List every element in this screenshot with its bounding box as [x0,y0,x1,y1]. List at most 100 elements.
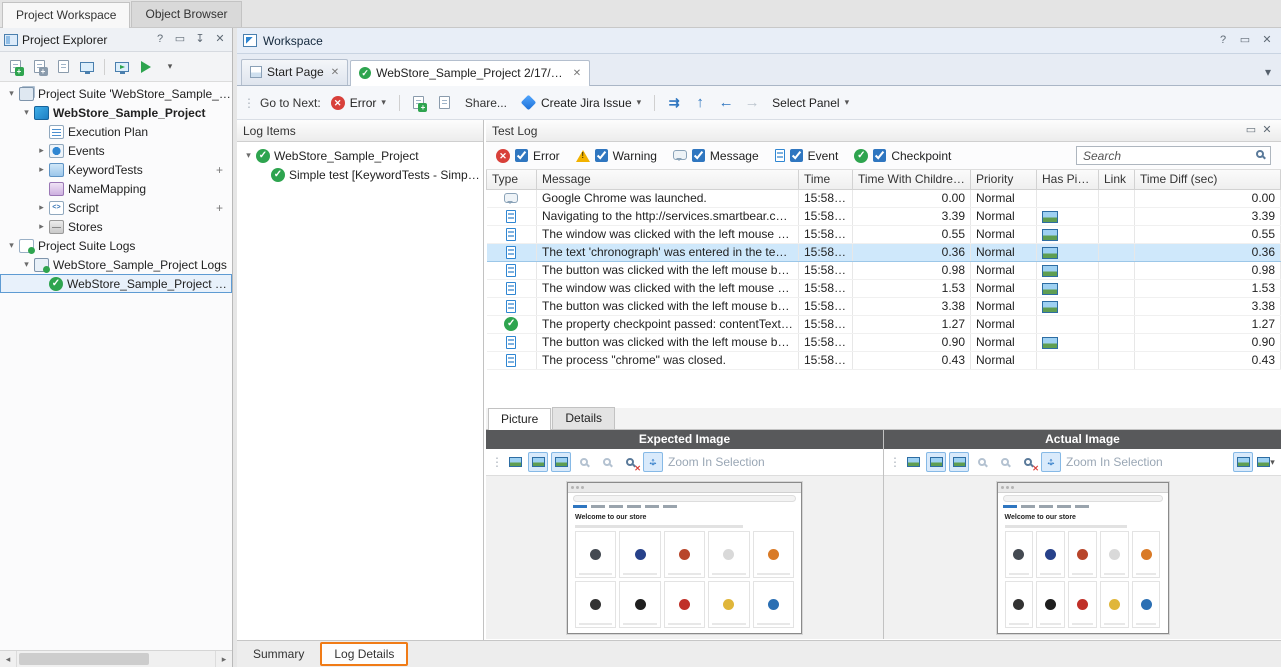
tree-item-webstore-sample-project-2-17[interactable]: WebStore_Sample_Project 2/17/ [0,274,232,293]
up-one-level-button[interactable]: ↑ [690,93,710,113]
scrollbar-track[interactable] [17,651,215,667]
tree-item-script[interactable]: ▸ Script + [0,198,232,217]
tree-item-execution-plan[interactable]: Execution Plan [0,122,232,141]
warning-checkbox[interactable] [594,149,608,162]
picture-icon[interactable] [1042,210,1058,223]
tree-item-project-suite-logs[interactable]: ▾ Project Suite Logs [0,236,232,255]
expected-image-canvas[interactable]: Welcome to our store [486,476,883,639]
tree-item-webstore-sample-project[interactable]: ▾ WebStore_Sample_Project [237,146,483,165]
more-image-actions-button[interactable]: ▾ [1256,452,1276,472]
export-image-button[interactable] [903,452,923,472]
expander-icon[interactable]: ▾ [5,240,18,251]
tree-item-keywordtests[interactable]: ▸ KeywordTests + [0,160,232,179]
forward-button[interactable]: → [742,93,762,113]
column-has-picture[interactable]: Has Picture [1036,170,1099,190]
picture-icon[interactable] [1042,228,1058,241]
error-checkbox[interactable] [515,149,528,162]
add-existing-item-button[interactable] [29,57,49,77]
add-new-item-button[interactable] [5,57,25,77]
log-row[interactable]: Navigating to the http://services.smartb… [486,207,1281,226]
run-options-dropdown[interactable]: ▾ [160,57,180,77]
help-icon[interactable]: ? [152,32,168,48]
update-expected-button[interactable] [1233,452,1253,472]
toolbar-grip-icon[interactable]: ⋮ [889,455,901,469]
tab-details[interactable]: Details [552,407,616,429]
scroll-right-arrow[interactable]: ▸ [215,651,232,667]
zoom-cancel-button[interactable]: ✕ [1018,452,1039,473]
column-link[interactable]: Link [1098,170,1135,190]
open-item-button[interactable] [53,57,73,77]
float-panel-icon[interactable]: ▭ [172,32,188,48]
compare-image-button[interactable] [551,452,571,472]
zoom-reset-button[interactable] [995,452,1015,472]
picture-icon[interactable] [1042,264,1058,277]
expander-icon[interactable]: ▾ [20,107,33,118]
tab-list-dropdown[interactable]: ▾ [1259,65,1277,85]
search-icon[interactable] [1256,150,1264,158]
tree-item-project-suite-webstore-sample-pr[interactable]: ▾ Project Suite 'WebStore_Sample_Project' [0,84,232,103]
log-row[interactable]: The process "chrome" was closed. 15:58:39… [486,351,1281,370]
picture-icon[interactable] [1042,300,1058,313]
tree-item-webstore-sample-project-logs[interactable]: ▾ WebStore_Sample_Project Logs [0,255,232,274]
log-row[interactable]: The window was clicked with the left mou… [486,225,1281,244]
maximize-icon[interactable]: ▭ [1237,33,1253,49]
message-checkbox[interactable] [691,149,705,162]
tree-item-events[interactable]: ▸ Events [0,141,232,160]
log-row[interactable]: The button was clicked with the left mou… [486,297,1281,316]
close-tab-icon[interactable]: ✕ [331,67,339,78]
actual-image-canvas[interactable]: Welcome to our store [884,476,1281,639]
export-log-button[interactable] [409,93,429,113]
expander-icon[interactable]: ▸ [35,202,48,213]
zoom-cancel-button[interactable]: ✕ [620,452,641,473]
log-row[interactable]: The button was clicked with the left mou… [486,261,1281,280]
picture-icon[interactable] [1042,336,1058,349]
pan-mode-button[interactable] [1041,452,1061,472]
scroll-left-arrow[interactable]: ◂ [0,651,17,667]
column-message[interactable]: Message [536,170,799,190]
zoom-out-button[interactable] [574,452,594,472]
tab-picture[interactable]: Picture [488,408,552,430]
run-project-button[interactable] [136,57,156,77]
search-input[interactable] [1076,146,1271,165]
add-child-button[interactable]: + [216,163,223,177]
tree-item-namemapping[interactable]: NameMapping [0,179,232,198]
summary-tab[interactable]: Summary [243,643,314,665]
tab-object-browser[interactable]: Object Browser [131,1,242,27]
log-row[interactable]: The window was clicked with the left mou… [486,279,1281,298]
log-row[interactable]: The button was clicked with the left mou… [486,333,1281,352]
column-priority[interactable]: Priority [970,170,1037,190]
compare-image-button[interactable] [949,452,969,472]
expander-icon[interactable]: ▸ [35,145,48,156]
jump-to-test-button[interactable]: ⇉ [664,93,684,113]
log-row[interactable]: The text 'chronograph' was entered in th… [486,242,1281,262]
select-panel-dropdown[interactable]: Select Panel ▾ [768,94,853,112]
log-row[interactable]: Google Chrome was launched. 15:58:26 0.00 N… [486,189,1281,208]
view-image-button[interactable] [926,452,946,472]
column-time-diff[interactable]: Time Diff (sec) [1134,170,1281,190]
create-jira-issue-button[interactable]: Create Jira Issue ▾ [517,94,645,112]
column-time-with-children[interactable]: Time With Children (sec) [852,170,971,190]
close-tab-icon[interactable]: ✕ [573,68,581,79]
export-image-button[interactable] [505,452,525,472]
tab-start-page[interactable]: Start Page ✕ [241,59,349,85]
tree-item-simple-test-keywordtests-simple[interactable]: Simple test [KeywordTests - Simple... [237,165,483,184]
toolbar-grip-icon[interactable]: ⋮ [491,455,503,469]
back-button[interactable]: ← [716,93,736,113]
go-to-next-type-dropdown[interactable]: Error ▾ [327,94,390,112]
expander-icon[interactable]: ▸ [35,221,48,232]
column-type[interactable]: Type [486,170,537,190]
help-icon[interactable]: ? [1215,33,1231,49]
pin-icon[interactable]: ↧ [192,32,208,48]
zoom-out-button[interactable] [972,452,992,472]
close-icon[interactable]: ✕ [1259,33,1275,49]
expander-icon[interactable]: ▸ [35,164,48,175]
picture-icon[interactable] [1042,246,1058,259]
maximize-icon[interactable]: ▭ [1243,123,1259,139]
log-row[interactable]: The property checkpoint passed: contentT… [486,315,1281,334]
tab-log-document[interactable]: ✓ WebStore_Sample_Project 2/17/202... ✕ [350,60,591,86]
log-details-tab[interactable]: Log Details [320,642,409,666]
run-remote-button[interactable] [112,57,132,77]
expander-icon[interactable]: ▾ [5,88,18,99]
column-time[interactable]: Time [798,170,853,190]
close-icon[interactable]: ✕ [212,32,228,48]
